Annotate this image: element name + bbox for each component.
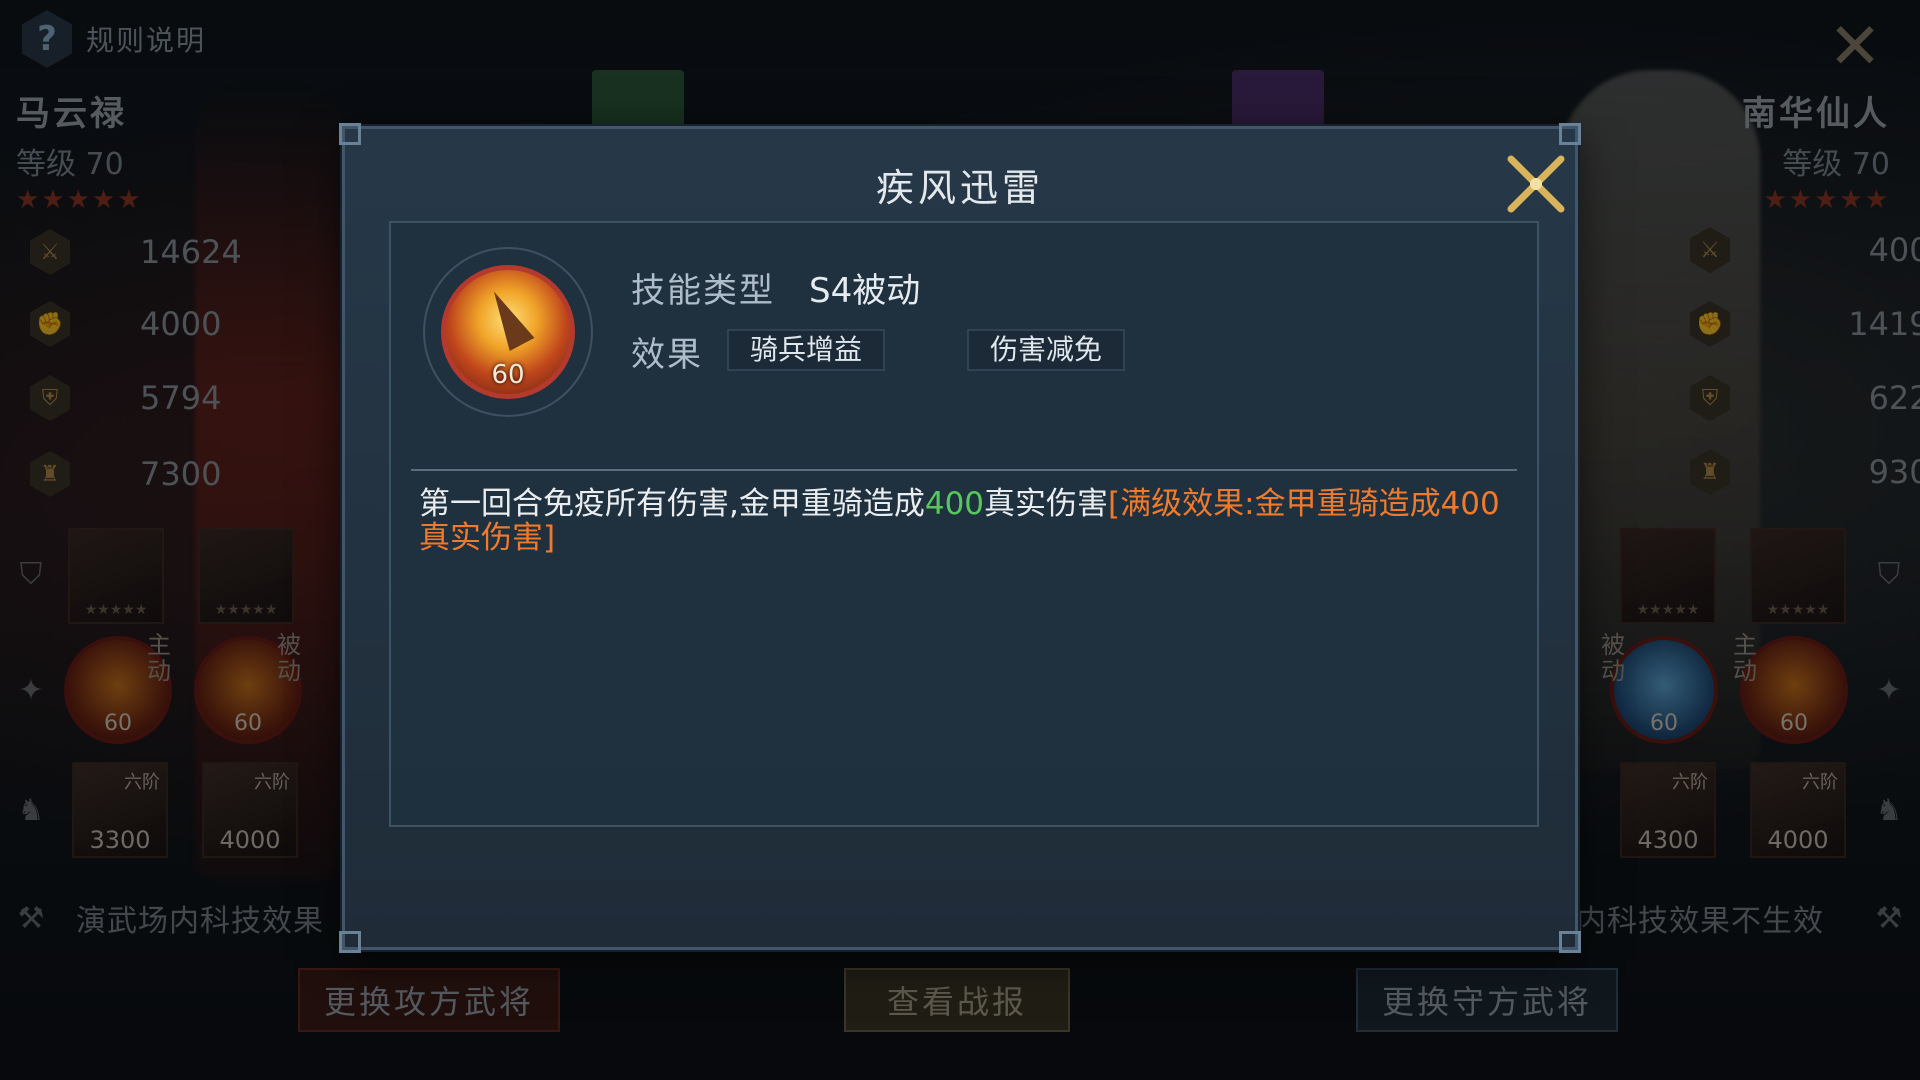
spear-icon [481,284,535,352]
skill-type-value: S4被动 [809,271,921,311]
modal-close-button[interactable] [1501,149,1571,219]
modal-title: 疾风迅雷 [875,166,1044,210]
skill-icon-frame: 60 [423,247,593,417]
close-icon [1507,155,1565,213]
skill-description: 第一回合免疫所有伤害,金甲重骑造成400真实伤害[满级效果:金甲重骑造成400真… [419,487,1509,555]
desc-text: 第一回合免疫所有伤害,金甲重骑造成 [419,486,925,522]
skill-level: 60 [491,360,525,390]
frame-corner [339,931,361,953]
desc-value: 400 [924,486,985,522]
skill-detail-modal: 疾风迅雷 60 技能类型 S4被动 效果 骑兵增益 伤害减免 第一回合免疫所有伤… [339,123,1581,953]
effect-label: 效果 [631,335,703,375]
divider [411,469,1517,471]
effect-tag-cavalry: 骑兵增益 [727,329,885,371]
frame-corner [339,123,361,145]
frame-corner [1559,123,1581,145]
desc-text: 真实伤害 [984,486,1109,522]
skill-detail-panel: 60 技能类型 S4被动 效果 骑兵增益 伤害减免 第一回合免疫所有伤害,金甲重… [389,221,1539,827]
skill-type-label: 技能类型 [631,271,775,311]
effect-tag-damage-reduction: 伤害减免 [967,329,1125,371]
frame-corner [1559,931,1581,953]
spear-skill-icon: 60 [441,265,575,399]
